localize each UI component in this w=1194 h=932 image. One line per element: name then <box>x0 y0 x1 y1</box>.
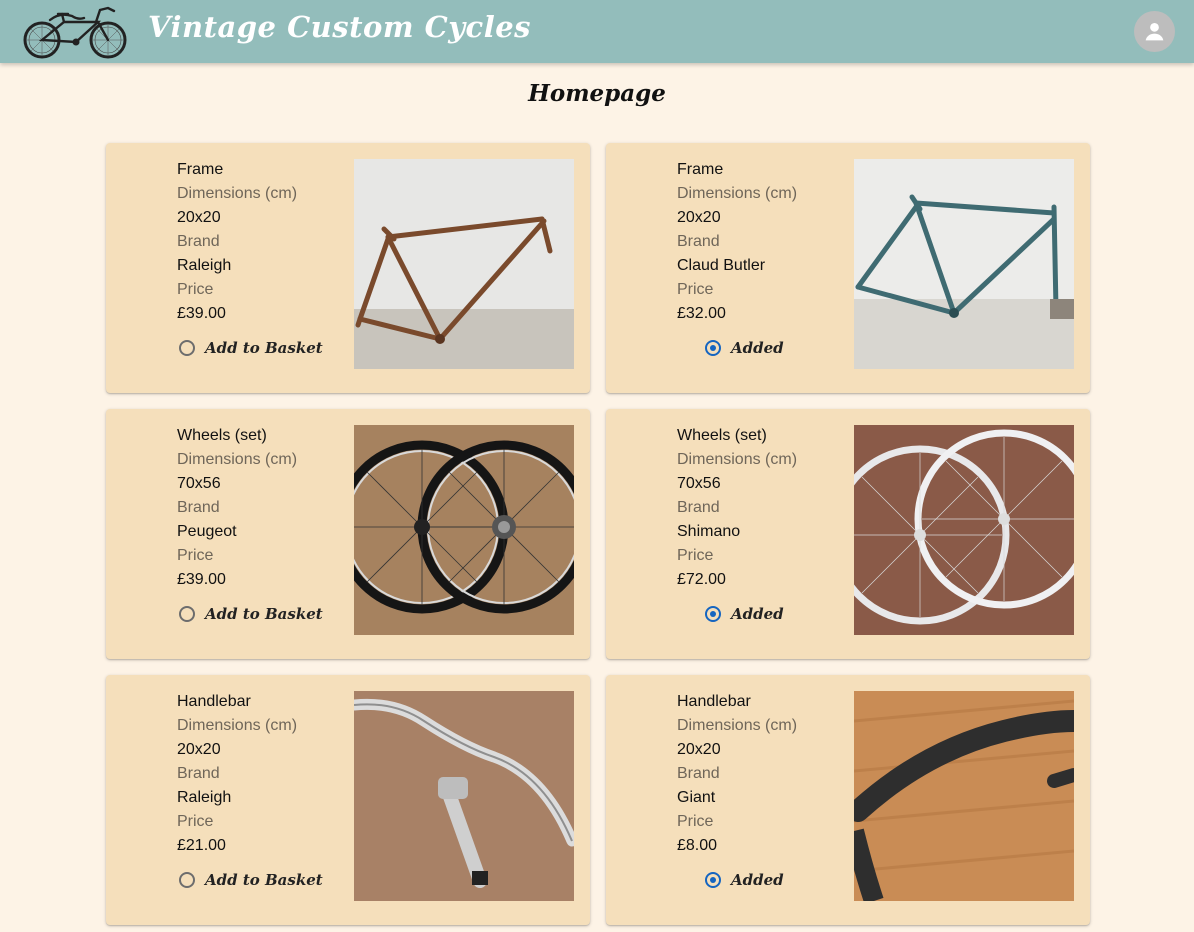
brand-label: Brand <box>177 499 220 516</box>
product-details: Wheels (set) Dimensions (cm) 70x56 Brand… <box>677 425 857 593</box>
brand-label: Brand <box>177 765 220 782</box>
dimensions-value: 20x20 <box>177 741 221 758</box>
teal-frame-photo <box>854 159 1074 369</box>
product-image <box>354 425 574 635</box>
product-details: Wheels (set) Dimensions (cm) 70x56 Brand… <box>177 425 357 593</box>
add-to-basket-radio[interactable]: Add to Basket <box>179 868 323 892</box>
product-card: Wheels (set) Dimensions (cm) 70x56 Brand… <box>606 409 1090 659</box>
product-name: Handlebar <box>677 693 751 710</box>
product-name: Wheels (set) <box>177 427 267 444</box>
dimensions-label: Dimensions (cm) <box>177 717 298 734</box>
radio-checked-icon[interactable] <box>705 872 721 888</box>
vintage-bicycle-logo-icon[interactable] <box>20 4 132 60</box>
added-label: Added <box>731 871 784 889</box>
added-to-basket-radio[interactable]: Added <box>705 868 784 892</box>
page-title: Homepage <box>528 80 666 107</box>
radio-checked-icon[interactable] <box>705 340 721 356</box>
product-card: Frame Dimensions (cm) 20x20 Brand Claud … <box>606 143 1090 393</box>
price-label: Price <box>177 281 214 298</box>
price-value: £39.00 <box>177 305 226 322</box>
add-to-basket-label: Add to Basket <box>205 871 323 889</box>
silver-wheels-photo <box>854 425 1074 635</box>
brand-value: Raleigh <box>177 789 232 806</box>
account-circle-icon <box>1145 22 1164 41</box>
chrome-handlebar-photo <box>354 691 574 901</box>
brand-label: Brand <box>177 233 220 250</box>
dimensions-label: Dimensions (cm) <box>677 717 798 734</box>
price-value: £21.00 <box>177 837 226 854</box>
price-label: Price <box>677 547 714 564</box>
product-image <box>854 691 1074 901</box>
dimensions-label: Dimensions (cm) <box>677 451 798 468</box>
price-label: Price <box>177 813 214 830</box>
dimensions-label: Dimensions (cm) <box>677 185 798 202</box>
price-value: £39.00 <box>177 571 226 588</box>
price-label: Price <box>677 813 714 830</box>
dimensions-value: 20x20 <box>677 741 721 758</box>
radio-unchecked-icon[interactable] <box>179 872 195 888</box>
product-details: Handlebar Dimensions (cm) 20x20 Brand Gi… <box>677 691 857 859</box>
dimensions-value: 20x20 <box>677 209 721 226</box>
brand-label: Brand <box>677 499 720 516</box>
radio-unchecked-icon[interactable] <box>179 606 195 622</box>
add-to-basket-radio[interactable]: Add to Basket <box>179 336 323 360</box>
added-to-basket-radio[interactable]: Added <box>705 336 784 360</box>
dimensions-value: 70x56 <box>177 475 221 492</box>
product-details: Frame Dimensions (cm) 20x20 Brand Raleig… <box>177 159 357 327</box>
added-to-basket-radio[interactable]: Added <box>705 602 784 626</box>
product-card: Handlebar Dimensions (cm) 20x20 Brand Gi… <box>606 675 1090 925</box>
product-name: Handlebar <box>177 693 251 710</box>
add-to-basket-radio[interactable]: Add to Basket <box>179 602 323 626</box>
product-name: Frame <box>177 161 224 178</box>
brand-value: Raleigh <box>177 257 232 274</box>
app-title: Vintage Custom Cycles <box>148 10 531 44</box>
rusty-frame-photo <box>354 159 574 369</box>
price-label: Price <box>177 547 214 564</box>
price-value: £8.00 <box>677 837 718 854</box>
added-label: Added <box>731 339 784 357</box>
black-wheels-photo <box>354 425 574 635</box>
radio-checked-icon[interactable] <box>705 606 721 622</box>
add-to-basket-label: Add to Basket <box>205 339 323 357</box>
brand-value: Peugeot <box>177 523 237 540</box>
app-bar: Vintage Custom Cycles <box>0 0 1194 63</box>
dimensions-value: 70x56 <box>677 475 721 492</box>
add-to-basket-label: Add to Basket <box>205 605 323 623</box>
product-name: Wheels (set) <box>677 427 767 444</box>
dimensions-value: 20x20 <box>177 209 221 226</box>
price-value: £32.00 <box>677 305 726 322</box>
product-card: Handlebar Dimensions (cm) 20x20 Brand Ra… <box>106 675 590 925</box>
brand-value: Claud Butler <box>677 257 766 274</box>
product-name: Frame <box>677 161 724 178</box>
price-value: £72.00 <box>677 571 726 588</box>
radio-unchecked-icon[interactable] <box>179 340 195 356</box>
product-card: Frame Dimensions (cm) 20x20 Brand Raleig… <box>106 143 590 393</box>
dimensions-label: Dimensions (cm) <box>177 451 298 468</box>
product-card: Wheels (set) Dimensions (cm) 70x56 Brand… <box>106 409 590 659</box>
product-image <box>854 159 1074 369</box>
product-image <box>854 425 1074 635</box>
price-label: Price <box>677 281 714 298</box>
account-button[interactable] <box>1134 11 1175 52</box>
brand-label: Brand <box>677 233 720 250</box>
added-label: Added <box>731 605 784 623</box>
brand-value: Shimano <box>677 523 741 540</box>
product-details: Handlebar Dimensions (cm) 20x20 Brand Ra… <box>177 691 357 859</box>
product-image <box>354 159 574 369</box>
brand-value: Giant <box>677 789 716 806</box>
brand-label: Brand <box>677 765 720 782</box>
black-handlebar-photo <box>854 691 1074 901</box>
dimensions-label: Dimensions (cm) <box>177 185 298 202</box>
product-image <box>354 691 574 901</box>
product-details: Frame Dimensions (cm) 20x20 Brand Claud … <box>677 159 857 327</box>
